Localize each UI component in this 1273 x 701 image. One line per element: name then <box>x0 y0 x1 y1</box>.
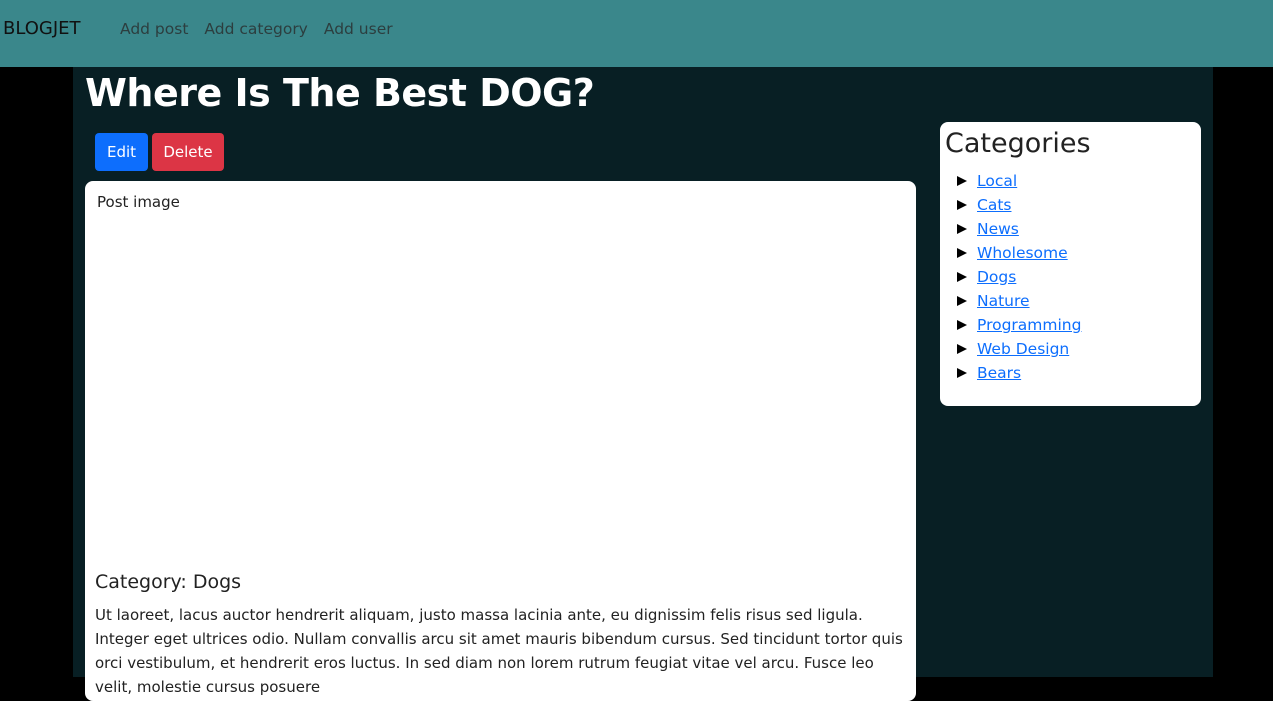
edit-button[interactable]: Edit <box>95 133 148 171</box>
category-item: Dogs <box>957 265 1081 289</box>
category-item: Wholesome <box>957 241 1081 265</box>
post-card: Post image Category: Dogs Ut laoreet, la… <box>85 181 916 701</box>
category-item: Nature <box>957 289 1081 313</box>
categories-sidebar: Categories Local Cats News Wholesome Dog… <box>940 122 1201 406</box>
category-item: Local <box>957 169 1081 193</box>
category-link-bears[interactable]: Bears <box>977 364 1021 382</box>
triangle-right-icon <box>957 248 967 258</box>
delete-button[interactable]: Delete <box>152 133 224 171</box>
triangle-right-icon <box>957 344 967 354</box>
triangle-right-icon <box>957 296 967 306</box>
top-navbar: BLOGJET Add post Add category Add user <box>0 0 1273 67</box>
nav-add-user-link[interactable]: Add user <box>324 20 393 38</box>
category-link-programming[interactable]: Programming <box>977 316 1081 334</box>
category-list: Local Cats News Wholesome Dogs Nature Pr… <box>957 169 1081 385</box>
category-link-local[interactable]: Local <box>977 172 1017 190</box>
category-link-cats[interactable]: Cats <box>977 196 1011 214</box>
nav-add-post-link[interactable]: Add post <box>120 20 188 38</box>
triangle-right-icon <box>957 224 967 234</box>
category-item: Bears <box>957 361 1081 385</box>
category-link-wholesome[interactable]: Wholesome <box>977 244 1068 262</box>
post-title: Where Is The Best DOG? <box>85 71 595 115</box>
triangle-right-icon <box>957 368 967 378</box>
category-item: Programming <box>957 313 1081 337</box>
post-image: Post image <box>95 193 180 211</box>
post-body-text: Ut laoreet, lacus auctor hendrerit aliqu… <box>95 606 903 696</box>
category-item: Cats <box>957 193 1081 217</box>
category-link-dogs[interactable]: Dogs <box>977 268 1016 286</box>
nav-links: Add post Add category Add user <box>120 20 393 38</box>
category-link-web-design[interactable]: Web Design <box>977 340 1069 358</box>
category-link-news[interactable]: News <box>977 220 1019 238</box>
post-category-heading: Category: Dogs <box>95 571 242 593</box>
triangle-right-icon <box>957 200 967 210</box>
main-container: Where Is The Best DOG? Edit Delete Post … <box>73 67 1213 701</box>
triangle-right-icon <box>957 320 967 330</box>
brand-logo-link[interactable]: BLOGJET <box>3 18 81 39</box>
triangle-right-icon <box>957 272 967 282</box>
category-link-nature[interactable]: Nature <box>977 292 1030 310</box>
nav-add-category-link[interactable]: Add category <box>204 20 307 38</box>
category-item: News <box>957 217 1081 241</box>
sidebar-title: Categories <box>945 128 1091 159</box>
category-item: Web Design <box>957 337 1081 361</box>
post-image-alt-text: Post image <box>97 193 180 211</box>
triangle-right-icon <box>957 176 967 186</box>
